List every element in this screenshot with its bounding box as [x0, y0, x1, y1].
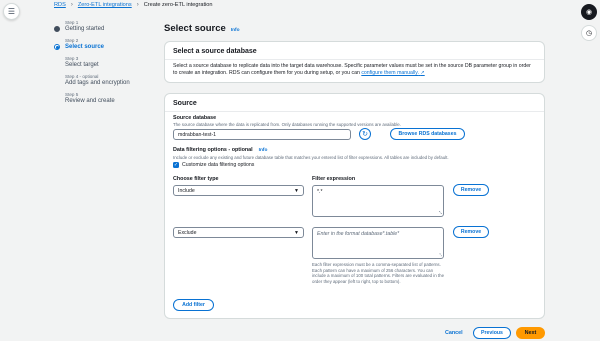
filter-type-select-1[interactable]: Include ▼ — [173, 185, 304, 196]
source-database-input[interactable]: mdrabban-test-1 — [173, 129, 351, 140]
external-link-icon: ↗ — [420, 70, 425, 76]
refresh-icon: ↻ — [362, 131, 368, 138]
step-label: Select target — [65, 62, 99, 68]
remove-filter-button-2[interactable]: Remove — [453, 226, 489, 238]
cancel-button[interactable]: Cancel — [445, 330, 463, 336]
step-2[interactable]: Step 2 Select source — [54, 38, 154, 50]
step-number: Step 3 — [65, 56, 79, 61]
select-source-database-card: Select a source database Select a source… — [164, 41, 545, 83]
browse-rds-databases-button[interactable]: Browse RDS databases — [390, 128, 465, 140]
info-link[interactable]: Info — [231, 28, 240, 33]
data-filtering-label: Data filtering options - optional — [173, 147, 253, 153]
page-title: Select source Info — [164, 23, 240, 34]
source-database-label: Source database — [173, 115, 217, 121]
configure-manually-link[interactable]: configure them manually. ↗ — [361, 70, 424, 76]
breadcrumb-zero-etl[interactable]: Zero-ETL integrations — [78, 2, 132, 8]
hamburger-icon: ☰ — [7, 7, 16, 16]
source-database-description: The source database where the data is re… — [173, 122, 401, 127]
caret-down-icon: ▼ — [294, 229, 299, 236]
step-3: Step 3 Select target — [54, 56, 154, 68]
filter-type-value: Exclude — [178, 229, 197, 236]
step-number: Step 2 — [65, 38, 79, 43]
help-panel-button[interactable]: ◉ — [581, 4, 597, 20]
step-number: Step 4 - optional — [65, 74, 99, 79]
chevron-right-icon: › — [136, 2, 139, 8]
filter-help-text: Each filter expression must be a comma-s… — [312, 262, 445, 284]
resize-grip-icon[interactable]: ⤡ — [439, 211, 442, 215]
source-card: Source Source database The source databa… — [164, 93, 545, 319]
info-link[interactable]: Info — [259, 148, 268, 153]
refresh-button[interactable]: ↻ — [359, 128, 371, 140]
caret-down-icon: ▼ — [294, 187, 299, 194]
filter-type-label: Choose filter type — [173, 176, 219, 182]
menu-button[interactable]: ☰ — [3, 3, 20, 20]
step-done-icon — [54, 26, 60, 32]
check-icon: ✓ — [173, 162, 179, 168]
step-1[interactable]: Step 1 Getting started — [54, 20, 154, 32]
link-text: configure them manually. — [361, 70, 419, 76]
step-label: Add tags and encryption — [65, 80, 130, 86]
previous-button[interactable]: Previous — [473, 327, 511, 339]
card-title: Source — [173, 100, 197, 107]
step-number: Step 5 — [65, 92, 79, 97]
filter-expression-input-2[interactable]: Enter in the format database*.table* ⤡ — [312, 227, 444, 259]
chevron-right-icon: › — [70, 2, 73, 8]
clock-icon: ◷ — [585, 30, 593, 37]
customize-filtering-label: Customize data filtering options — [182, 162, 255, 168]
breadcrumb: RDS › Zero-ETL integrations › Create zer… — [54, 2, 213, 8]
card-title: Select a source database — [173, 48, 257, 55]
source-database-value: mdrabban-test-1 — [178, 131, 217, 138]
filter-type-select-2[interactable]: Exclude ▼ — [173, 227, 304, 238]
add-filter-button[interactable]: Add filter — [173, 299, 214, 311]
resize-grip-icon[interactable]: ⤡ — [439, 253, 442, 257]
customize-filtering-checkbox[interactable]: ✓ — [173, 162, 179, 168]
filter-expression-label: Filter expression — [312, 176, 356, 182]
notifications-button[interactable]: ◷ — [581, 25, 597, 41]
card-description: Select a source database to replicate da… — [165, 63, 544, 77]
step-label: Select source — [65, 44, 105, 50]
filter-expression-value: *.* — [317, 189, 323, 195]
divider — [165, 111, 544, 112]
step-current-icon — [54, 44, 60, 50]
step-label: Getting started — [65, 26, 105, 32]
breadcrumb-rds[interactable]: RDS — [54, 2, 66, 8]
filter-expression-placeholder: Enter in the format database*.table* — [317, 231, 400, 237]
divider — [165, 59, 544, 60]
data-filtering-heading: Data filtering options - optional Info — [173, 147, 267, 153]
info-icon: ◉ — [585, 9, 593, 16]
breadcrumb-current: Create zero-ETL integration — [143, 2, 213, 8]
description-text: Select a source database to replicate da… — [173, 63, 531, 76]
filter-expression-input-1[interactable]: *.* ⤡ — [312, 185, 444, 217]
step-label: Review and create — [65, 98, 115, 104]
step-4: Step 4 - optional Add tags and encryptio… — [54, 74, 154, 86]
step-number: Step 1 — [65, 20, 79, 25]
wizard-steps: Step 1 Getting started Step 2 Select sou… — [54, 20, 154, 110]
next-button[interactable]: Next — [516, 327, 545, 339]
right-rail: ◉ ◷ — [581, 4, 597, 41]
data-filtering-description: Include or exclude any existing and futu… — [173, 155, 449, 160]
filter-type-value: Include — [178, 187, 195, 194]
step-5: Step 5 Review and create — [54, 92, 154, 104]
remove-filter-button-1[interactable]: Remove — [453, 184, 489, 196]
page-title-text: Select source — [164, 23, 226, 34]
